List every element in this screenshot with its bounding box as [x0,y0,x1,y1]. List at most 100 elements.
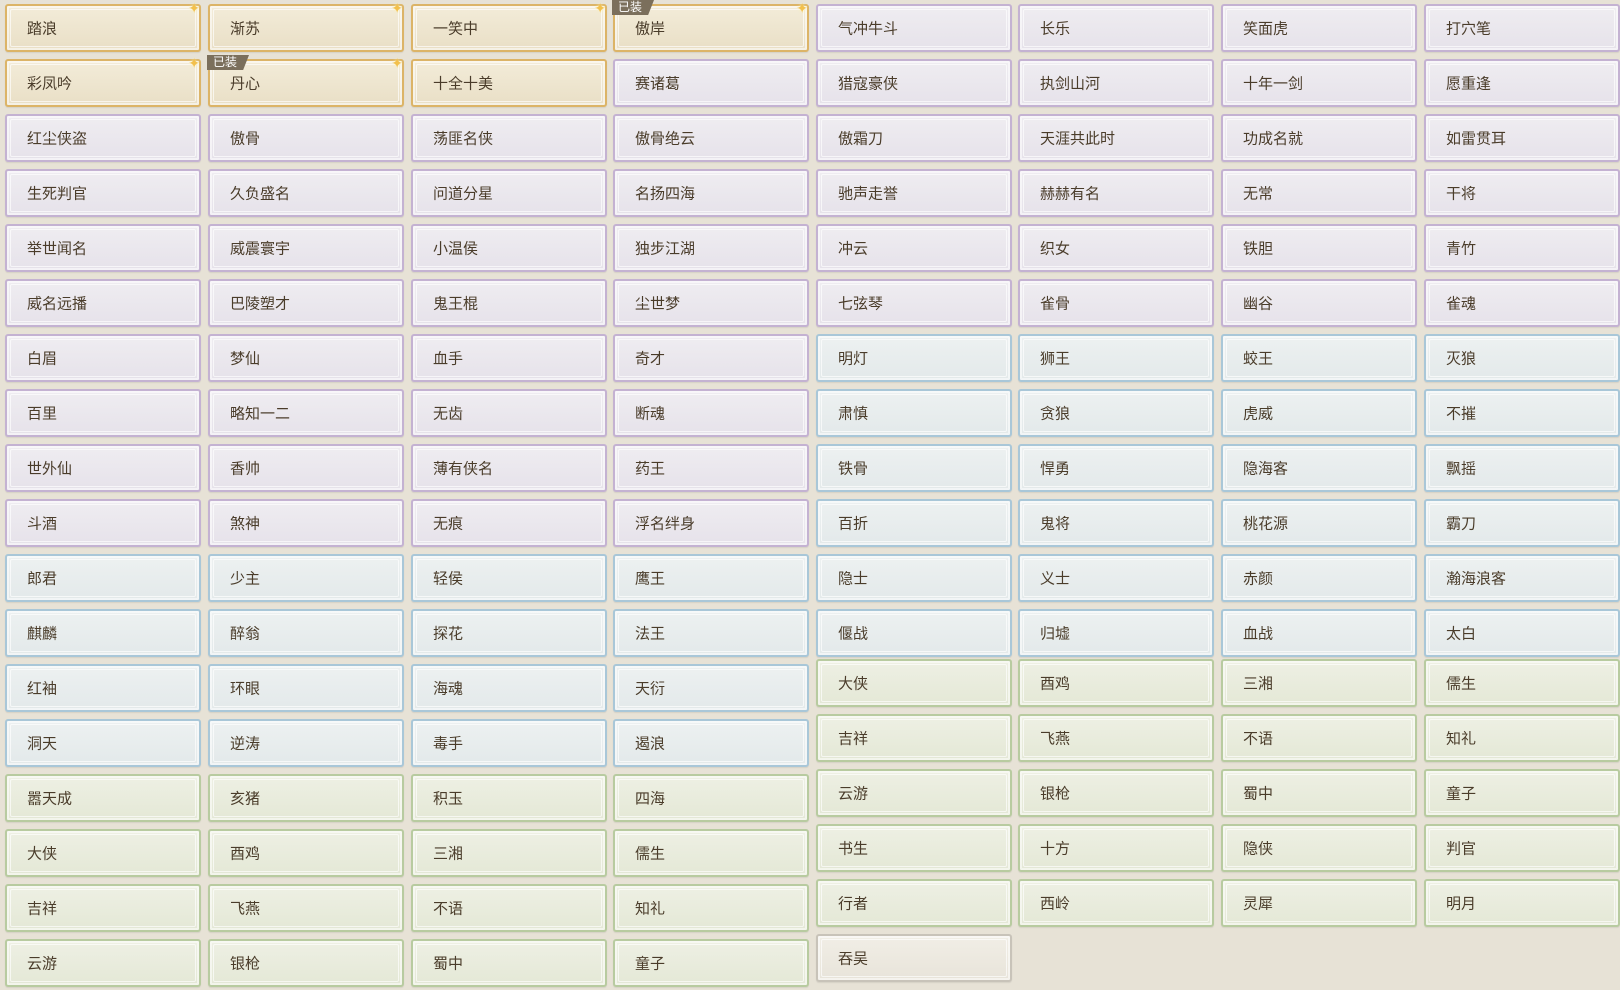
title-card[interactable]: 逆涛 [208,719,404,767]
title-card[interactable]: 独步江湖 [613,224,809,272]
title-card[interactable]: 赤颜 [1221,554,1417,602]
title-card[interactable]: 驰声走誉 [816,169,1012,217]
title-card[interactable]: 十年一剑 [1221,59,1417,107]
title-card[interactable]: 蜀中 [1221,769,1417,817]
title-card[interactable]: 遏浪 [613,719,809,767]
title-card[interactable]: 灭狼 [1424,334,1620,382]
title-card[interactable]: 飞燕 [1018,714,1214,762]
title-card[interactable]: 贪狼 [1018,389,1214,437]
title-card[interactable]: 归墟 [1018,609,1214,657]
title-card[interactable]: 猎寇豪侠 [816,59,1012,107]
title-card[interactable]: 不摧 [1424,389,1620,437]
title-card[interactable]: 笑面虎 [1221,4,1417,52]
title-card[interactable]: 大侠 [5,829,201,877]
title-card[interactable]: 义士 [1018,554,1214,602]
title-card[interactable]: 略知一二 [208,389,404,437]
title-card[interactable]: 不语 [411,884,607,932]
title-card[interactable]: 亥猪 [208,774,404,822]
title-card[interactable]: 环眼 [208,664,404,712]
title-card[interactable]: 无痕 [411,499,607,547]
title-card[interactable]: 灵犀 [1221,879,1417,927]
title-card[interactable]: 十全十美 [411,59,607,107]
title-card[interactable]: 血战 [1221,609,1417,657]
title-card[interactable]: 云游 [5,939,201,987]
title-card[interactable]: 鹰王 [613,554,809,602]
title-card[interactable]: 毒手 [411,719,607,767]
title-card[interactable]: 云游 [816,769,1012,817]
title-card[interactable]: 太白 [1424,609,1620,657]
title-card[interactable]: 世外仙 [5,444,201,492]
title-card[interactable]: 百里 [5,389,201,437]
title-card[interactable]: 吞吴 [816,934,1012,982]
title-card[interactable]: 白眉 [5,334,201,382]
title-card[interactable]: 西岭 [1018,879,1214,927]
title-card[interactable]: 薄有侠名 [411,444,607,492]
title-card[interactable]: 蜀中 [411,939,607,987]
title-card[interactable]: 浮名绊身 [613,499,809,547]
title-card[interactable]: 童子 [613,939,809,987]
title-card[interactable]: 偃战 [816,609,1012,657]
title-card[interactable]: 傲骨绝云 [613,114,809,162]
title-card[interactable]: 铁骨 [816,444,1012,492]
title-card[interactable]: 威名远播 [5,279,201,327]
title-card[interactable]: 四海 [613,774,809,822]
title-card[interactable]: 执剑山河 [1018,59,1214,107]
title-card[interactable]: 斗酒 [5,499,201,547]
title-card[interactable]: 青竹 [1424,224,1620,272]
title-card[interactable]: 积玉 [411,774,607,822]
title-card[interactable]: 荡匪名侠 [411,114,607,162]
title-card[interactable]: 赛诸葛 [613,59,809,107]
title-card[interactable]: 煞神 [208,499,404,547]
title-card[interactable]: 如雷贯耳 [1424,114,1620,162]
title-card[interactable]: 酉鸡 [1018,659,1214,707]
title-card[interactable]: 鬼将 [1018,499,1214,547]
title-card[interactable]: 无常 [1221,169,1417,217]
title-card[interactable]: 奇才 [613,334,809,382]
title-card[interactable]: 名扬四海 [613,169,809,217]
title-card[interactable]: 法王 [613,609,809,657]
title-card[interactable]: 功成名就 [1221,114,1417,162]
title-card[interactable]: 霸刀 [1424,499,1620,547]
title-card[interactable]: 飞燕 [208,884,404,932]
title-card[interactable]: 探花 [411,609,607,657]
title-card[interactable]: 傲骨 [208,114,404,162]
title-card[interactable]: 尘世梦 [613,279,809,327]
title-card[interactable]: 铁胆 [1221,224,1417,272]
title-card[interactable]: 三湘 [411,829,607,877]
title-card[interactable]: 已装 ✦ 傲岸 [612,0,809,52]
title-card[interactable]: 已装 ✦ 丹心 [207,55,404,107]
title-card[interactable]: 香帅 [208,444,404,492]
title-card[interactable]: 隐侠 [1221,824,1417,872]
title-card[interactable]: 愿重逢 [1424,59,1620,107]
title-card[interactable]: 大侠 [816,659,1012,707]
title-card[interactable]: 洞天 [5,719,201,767]
title-card[interactable]: 气冲牛斗 [816,4,1012,52]
title-card[interactable]: 七弦琴 [816,279,1012,327]
title-card[interactable]: 生死判官 [5,169,201,217]
title-card[interactable]: 天涯共此时 [1018,114,1214,162]
title-card[interactable]: 吉祥 [5,884,201,932]
title-card[interactable]: 雀骨 [1018,279,1214,327]
title-card[interactable]: 血手 [411,334,607,382]
title-card[interactable]: 雀魂 [1424,279,1620,327]
title-card[interactable]: 红袖 [5,664,201,712]
title-card[interactable]: 吉祥 [816,714,1012,762]
title-card[interactable]: 幽谷 [1221,279,1417,327]
title-card[interactable]: 儒生 [613,829,809,877]
title-card[interactable]: 嚣天成 [5,774,201,822]
title-card[interactable]: 海魂 [411,664,607,712]
title-card[interactable]: 儒生 [1424,659,1620,707]
title-card[interactable]: 麒麟 [5,609,201,657]
title-card[interactable]: 赫赫有名 [1018,169,1214,217]
title-card[interactable]: 不语 [1221,714,1417,762]
title-card[interactable]: 明月 [1424,879,1620,927]
title-card[interactable]: 无齿 [411,389,607,437]
title-card[interactable]: 断魂 [613,389,809,437]
title-card[interactable]: 梦仙 [208,334,404,382]
title-card[interactable]: 问道分星 [411,169,607,217]
title-card[interactable]: 举世闻名 [5,224,201,272]
title-card[interactable]: 药王 [613,444,809,492]
title-card[interactable]: ✦ 踏浪 [5,2,201,52]
title-card[interactable]: 童子 [1424,769,1620,817]
title-card[interactable]: 冲云 [816,224,1012,272]
